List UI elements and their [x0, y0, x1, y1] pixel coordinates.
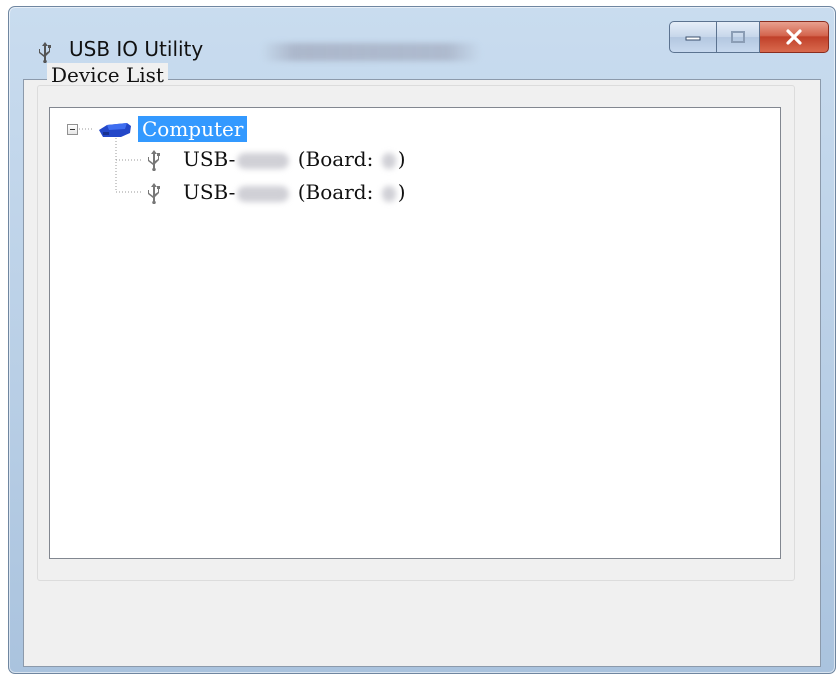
board-label: (Board:: [297, 147, 374, 171]
caption-buttons: [669, 21, 829, 53]
redacted-board-id: [381, 152, 396, 169]
app-window: USB IO Utility Device List Computer USB-…: [8, 6, 836, 674]
redacted-board-id: [381, 185, 396, 202]
board-label: (Board:: [297, 180, 374, 204]
board-suffix: ): [397, 180, 406, 204]
device-tree[interactable]: Computer USB- (Board: ) USB- (Board: ): [49, 107, 781, 559]
close-icon: [786, 29, 802, 45]
usb-icon: [39, 42, 51, 63]
usb-icon: [148, 150, 160, 171]
device-prefix: USB-: [183, 180, 236, 204]
device-label: USB- (Board: ): [183, 179, 406, 205]
close-button[interactable]: [760, 21, 829, 53]
minimize-button[interactable]: [669, 21, 717, 53]
redacted-model: [237, 185, 290, 202]
usb-icon: [148, 183, 160, 204]
maximize-button[interactable]: [717, 21, 760, 53]
minimize-icon: [685, 36, 701, 41]
window-title: USB IO Utility: [69, 37, 204, 61]
collapse-minus-icon[interactable]: [67, 124, 78, 135]
maximize-icon: [731, 31, 745, 43]
tree-item-computer[interactable]: Computer: [138, 116, 248, 142]
board-suffix: ): [397, 147, 406, 171]
redacted-version: [261, 43, 481, 61]
device-prefix: USB-: [183, 147, 236, 171]
computer-icon: [99, 123, 131, 137]
device-label: USB- (Board: ): [183, 146, 406, 172]
redacted-model: [237, 152, 290, 169]
device-list-label: Device List: [47, 63, 168, 87]
